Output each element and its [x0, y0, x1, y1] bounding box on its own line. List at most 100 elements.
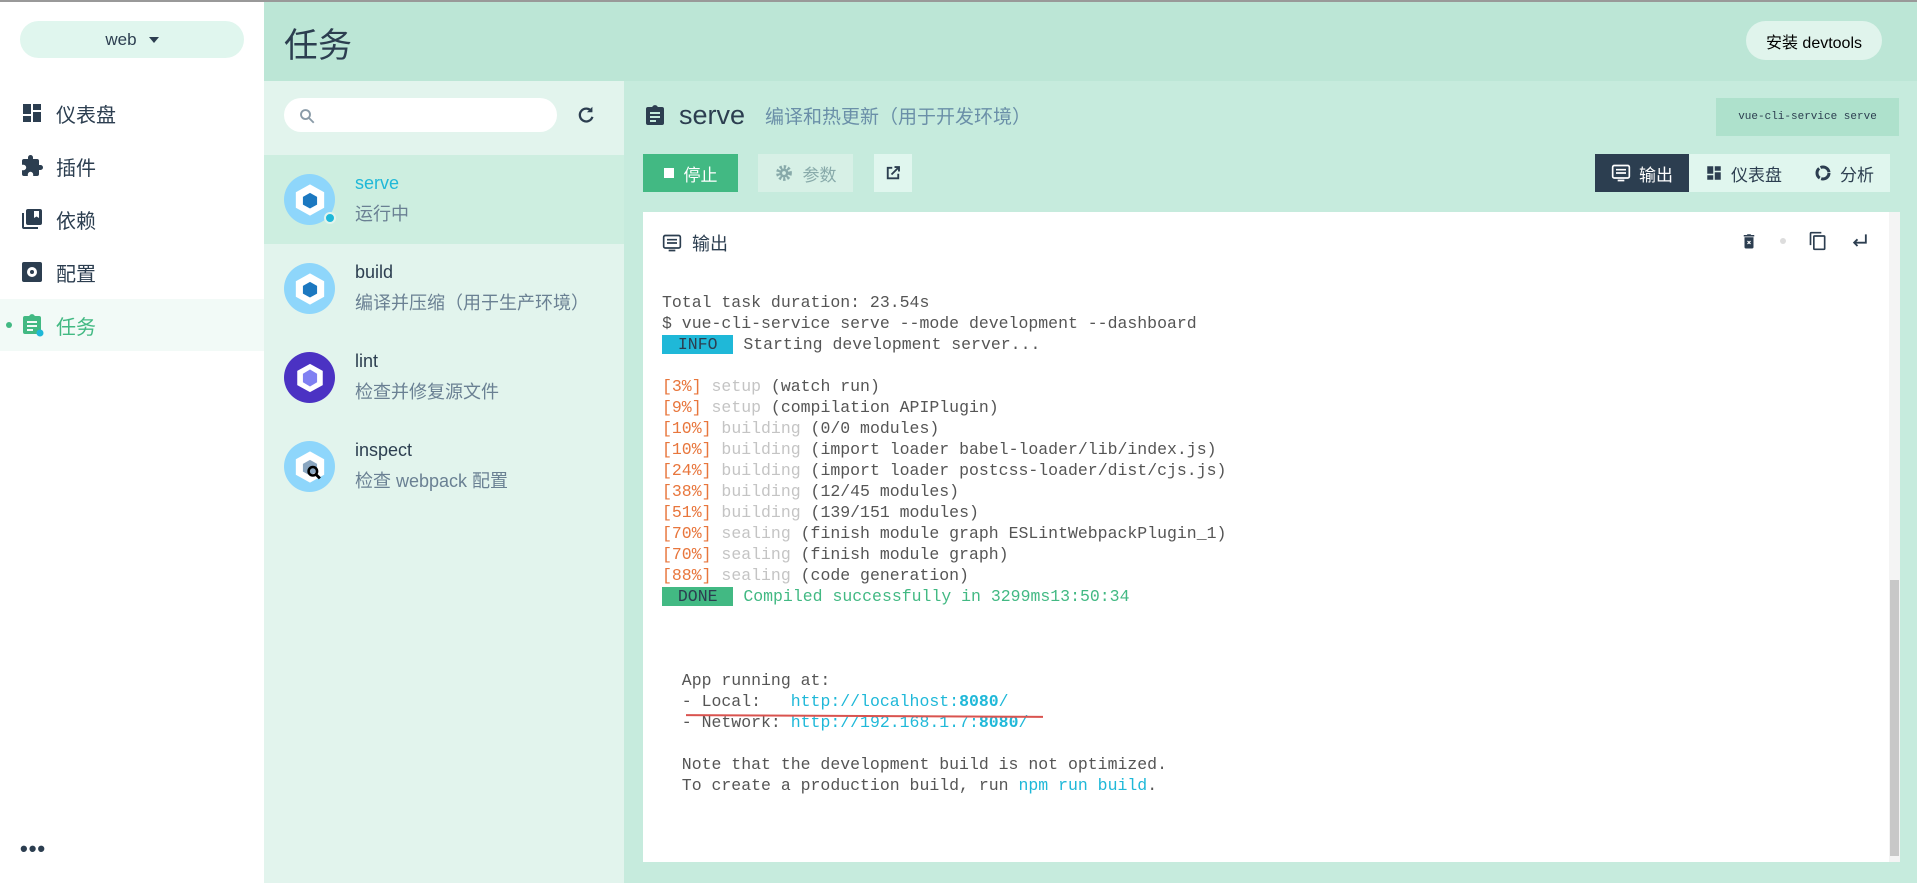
- log-segment: (finish module graph ESLintWebpackPlugin…: [790, 524, 1227, 543]
- task-desc: 检查 webpack 配置: [355, 471, 509, 491]
- log-line: [70%] sealing (finish module graph): [662, 544, 1226, 565]
- caret-down-icon: [148, 36, 159, 43]
- sidebar-item-plugins[interactable]: 插件: [0, 140, 264, 192]
- tab-label: 仪表盘: [1731, 165, 1782, 185]
- log-line: INFO Starting development server...: [662, 334, 1226, 355]
- dashboard-icon: [1707, 166, 1721, 180]
- console-icon: [662, 234, 682, 252]
- webpack-icon: [284, 174, 336, 225]
- task-item-build[interactable]: build 编译并压缩（用于生产环境）: [264, 244, 624, 333]
- log-segment: [10%]: [662, 440, 712, 459]
- log-segment: building: [711, 503, 801, 522]
- clipboard-icon: [646, 104, 664, 125]
- output-toolbar: [1740, 230, 1870, 252]
- view-tabs: 输出 仪表盘 分析: [1595, 154, 1890, 192]
- tab-label: 输出: [1639, 165, 1673, 185]
- log-line: Total task duration: 23.54s: [662, 292, 1226, 313]
- log-line: $ vue-cli-service serve --mode developme…: [662, 313, 1226, 334]
- project-selector[interactable]: web: [20, 21, 244, 58]
- task-item-lint[interactable]: lint 检查并修复源文件: [264, 333, 624, 422]
- more-button[interactable]: •••: [20, 836, 46, 862]
- sidebar-item-tasks[interactable]: 任务: [0, 299, 264, 351]
- output-title: 输出: [692, 234, 728, 254]
- task-search-input[interactable]: [284, 98, 557, 132]
- parameters-button[interactable]: 参数: [758, 154, 853, 192]
- log-link[interactable]: 8080: [959, 692, 999, 711]
- webpack-icon: [284, 263, 335, 314]
- task-name: build: [355, 262, 394, 282]
- log-link[interactable]: http://localhost:: [791, 692, 959, 711]
- sidebar-item-dependencies[interactable]: 依赖: [0, 193, 264, 245]
- settings-box-icon: [22, 262, 42, 282]
- dashboard-icon: [23, 104, 41, 122]
- log-segment: (import loader postcss-loader/dist/cjs.j…: [800, 461, 1227, 480]
- task-item-serve[interactable]: serve 运行中: [264, 155, 624, 244]
- log-segment: building: [711, 440, 801, 459]
- log-segment: [88%]: [662, 566, 712, 585]
- log-segment: [10%]: [662, 419, 712, 438]
- stop-label: 停止: [683, 165, 718, 185]
- install-devtools-button[interactable]: 安装 devtools: [1746, 21, 1882, 60]
- task-desc: 运行中: [355, 204, 409, 224]
- log-segment: [51%]: [662, 503, 712, 522]
- open-external-button[interactable]: [874, 154, 912, 192]
- open-in-new-icon: [886, 166, 900, 180]
- log-segment: sealing: [711, 524, 791, 543]
- search-icon: [300, 109, 315, 124]
- log-segment: [70%]: [662, 545, 712, 564]
- log-segment: Note that the development build is not o…: [662, 755, 1167, 774]
- tab-dashboard[interactable]: 仪表盘: [1689, 154, 1798, 192]
- library-icon: [22, 209, 42, 229]
- task-desc: 编译并压缩（用于生产环境）: [355, 293, 589, 313]
- log-segment: building: [711, 419, 801, 438]
- wrap-return-icon[interactable]: [1850, 231, 1870, 251]
- log-segment: Starting development server...: [733, 335, 1041, 354]
- log-segment: building: [711, 461, 801, 480]
- log-segment: DONE: [662, 587, 734, 606]
- log-line: [10%] building (0/0 modules): [662, 418, 1226, 439]
- log-link[interactable]: /: [999, 692, 1009, 711]
- gear-icon: [775, 165, 792, 181]
- log-segment: building: [711, 482, 801, 501]
- log-line: [24%] building (import loader postcss-lo…: [662, 460, 1226, 481]
- log-line: [51%] building (139/151 modules): [662, 502, 1226, 523]
- log-segment: Compiled successfully in 3299ms13:50:34: [733, 587, 1130, 606]
- header: [264, 0, 1917, 81]
- log-segment: INFO: [662, 335, 734, 354]
- scrollbar-thumb[interactable]: [1890, 580, 1899, 856]
- webpack-inspect-icon: [284, 441, 335, 492]
- task-title: serve 编译和热更新（用于开发环境）: [643, 100, 1031, 131]
- refresh-icon[interactable]: [575, 104, 597, 126]
- copy-icon[interactable]: [1808, 230, 1828, 252]
- project-name: web: [105, 29, 137, 49]
- log-segment: setup: [701, 398, 762, 417]
- clear-log-icon[interactable]: [1740, 231, 1758, 251]
- tab-label: 分析: [1840, 165, 1874, 185]
- console-icon: [1611, 164, 1631, 182]
- output-panel-title: 输出: [662, 230, 728, 256]
- log-line: To create a production build, run npm ru…: [662, 775, 1226, 796]
- task-name: inspect: [355, 440, 413, 460]
- task-item-inspect[interactable]: inspect 检查 webpack 配置: [264, 422, 624, 511]
- task-name: lint: [355, 351, 379, 371]
- log-segment: sealing: [711, 545, 791, 564]
- log-segment: (code generation): [790, 566, 969, 585]
- sidebar-item-dashboard[interactable]: 仪表盘: [0, 87, 264, 139]
- log-line: [38%] building (12/45 modules): [662, 481, 1226, 502]
- log-segment: [9%]: [662, 398, 702, 417]
- log-segment: [38%]: [662, 482, 712, 501]
- log-line: Note that the development build is not o…: [662, 754, 1226, 775]
- stop-button[interactable]: 停止: [643, 154, 738, 192]
- tab-output[interactable]: 输出: [1595, 154, 1689, 192]
- log-segment: setup: [701, 377, 762, 396]
- active-indicator: [6, 322, 12, 328]
- log-link[interactable]: npm run build: [1018, 776, 1147, 795]
- log-line: [70%] sealing (finish module graph ESLin…: [662, 523, 1226, 544]
- log-segment: (finish module graph): [790, 545, 1009, 564]
- sidebar-item-config[interactable]: 配置: [0, 246, 264, 298]
- sidebar-item-label: 配置: [56, 263, 96, 286]
- tab-analyze[interactable]: 分析: [1798, 154, 1890, 192]
- log-segment: .: [1147, 776, 1158, 795]
- separator-dot: [1780, 238, 1786, 244]
